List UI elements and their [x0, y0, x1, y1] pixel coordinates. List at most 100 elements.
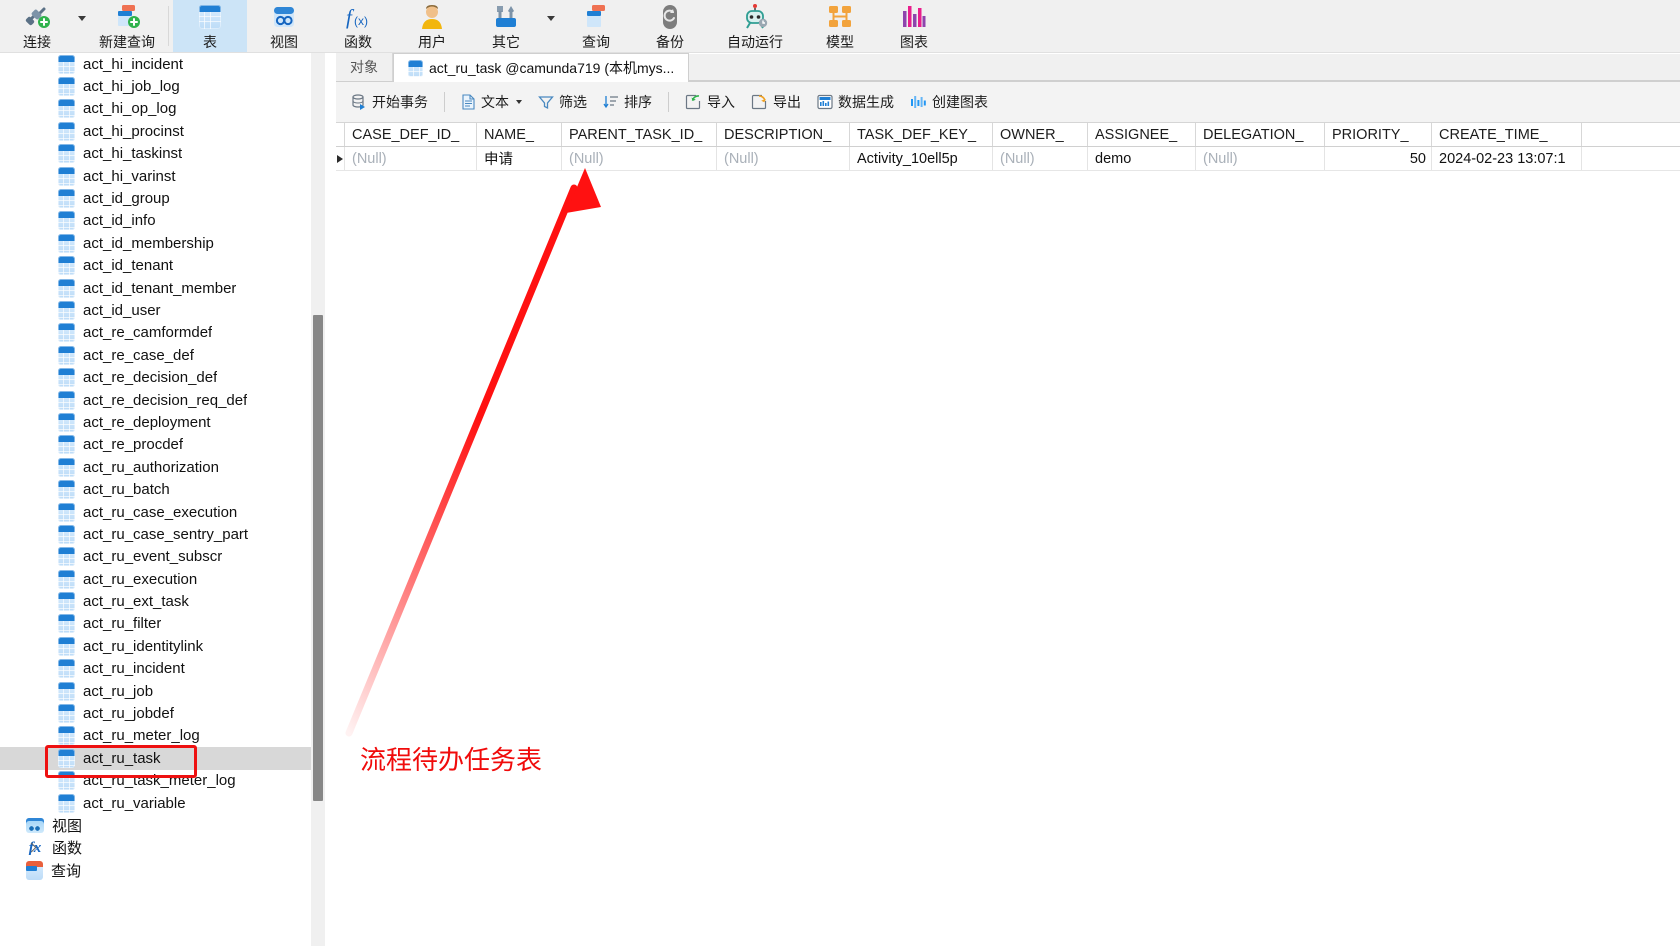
button-label: 创建图表 [932, 94, 988, 110]
table-icon [58, 524, 75, 544]
tree-item-table[interactable]: act_hi_job_log [0, 75, 320, 97]
column-header[interactable]: DELEGATION_ [1196, 123, 1325, 146]
ribbon-button-automation[interactable]: 自动运行 [707, 0, 803, 52]
tree-item-table[interactable]: act_id_user [0, 299, 320, 321]
sort-button[interactable]: 排序 [596, 89, 659, 115]
tree-item-table[interactable]: act_ru_task_meter_log [0, 770, 320, 792]
data-generation-button[interactable]: 数据生成 [810, 89, 901, 115]
table-cell[interactable]: (Null) [562, 147, 717, 170]
table-cell[interactable]: (Null) [1196, 147, 1325, 170]
ribbon-button-other[interactable]: 其它 [469, 0, 543, 52]
import-button[interactable]: 导入 [678, 89, 742, 115]
chevron-down-icon[interactable] [516, 100, 522, 104]
tree-item-table[interactable]: act_id_tenant_member [0, 277, 320, 299]
ribbon-button-user[interactable]: 用户 [395, 0, 469, 52]
ribbon-button-table[interactable]: 表 [173, 0, 247, 52]
tree-item-table[interactable]: act_ru_authorization [0, 456, 320, 478]
tree-item-table[interactable]: act_ru_meter_log [0, 725, 320, 747]
tree-item-table[interactable]: act_ru_incident [0, 658, 320, 680]
column-header[interactable]: PRIORITY_ [1325, 123, 1432, 146]
tree-item-table[interactable]: act_re_decision_req_def [0, 389, 320, 411]
tree-item-table[interactable]: act_ru_batch [0, 478, 320, 500]
tree-item-table[interactable]: act_ru_variable [0, 792, 320, 814]
tree-item-table[interactable]: act_hi_op_log [0, 98, 320, 120]
column-header[interactable]: DESCRIPTION_ [717, 123, 850, 146]
ribbon-button-backup[interactable]: 备份 [633, 0, 707, 52]
table-cell[interactable]: 50 [1325, 147, 1432, 170]
export-button[interactable]: 导出 [744, 89, 808, 115]
begin-transaction-button[interactable]: 开始事务 [344, 89, 435, 115]
table-icon [58, 592, 75, 612]
table-icon [58, 77, 75, 97]
tree-item-table[interactable]: act_id_group [0, 187, 320, 209]
table-cell[interactable]: (Null) [345, 147, 477, 170]
column-header[interactable]: PARENT_TASK_ID_ [562, 123, 717, 146]
table-cell[interactable]: 申请 [477, 147, 562, 170]
table-cell[interactable]: (Null) [717, 147, 850, 170]
tree-item-table[interactable]: act_id_tenant [0, 255, 320, 277]
ribbon-button-query[interactable]: 查询 [559, 0, 633, 52]
view-icon [26, 817, 44, 833]
table-icon [58, 412, 75, 432]
connection-dropdown-arrow[interactable] [74, 0, 90, 52]
column-header[interactable]: OWNER_ [993, 123, 1088, 146]
tree-item-table[interactable]: act_ru_jobdef [0, 702, 320, 724]
tree-item-table[interactable]: act_re_deployment [0, 411, 320, 433]
column-header[interactable]: CREATE_TIME_ [1432, 123, 1582, 146]
ribbon-button-chart[interactable]: 图表 [877, 0, 951, 52]
table-row[interactable]: (Null) 申请 (Null) (Null) Activity_10ell5p (Nul… [336, 147, 1680, 171]
tree-item-label: act_hi_op_log [83, 100, 177, 118]
filter-button[interactable]: 筛选 [531, 89, 594, 115]
table-cell[interactable]: Activity_10ell5p [850, 147, 993, 170]
tree-item-table[interactable]: act_re_decision_def [0, 366, 320, 388]
tree-item-table[interactable]: act_hi_procinst [0, 120, 320, 142]
ribbon-button-model[interactable]: 模型 [803, 0, 877, 52]
table-cell[interactable]: 2024-02-23 13:07:1 [1432, 147, 1582, 170]
tree-item-label: act_hi_taskinst [83, 145, 183, 163]
sidebar-scrollbar[interactable] [311, 53, 325, 946]
ribbon-button-connection[interactable]: 连接 [0, 0, 74, 52]
column-header[interactable]: ASSIGNEE_ [1088, 123, 1196, 146]
tree-item-table[interactable]: act_ru_case_sentry_part [0, 523, 320, 545]
create-chart-icon [910, 94, 927, 110]
tree-item-label: act_ru_task [83, 749, 161, 767]
tree-item-label: act_re_decision_def [83, 369, 218, 387]
tree-node-queries[interactable]: 查询 [0, 859, 320, 881]
ribbon-button-function[interactable]: f (x) 函数 [321, 0, 395, 52]
tree-item-table[interactable]: act_hi_varinst [0, 165, 320, 187]
tab-act-ru-task[interactable]: act_ru_task @camunda719 (本机mys... [393, 53, 690, 82]
tree-item-label: act_re_decision_req_def [83, 391, 248, 409]
tree-node-views[interactable]: 视图 [0, 814, 320, 836]
tree-item-table[interactable]: act_ru_identitylink [0, 635, 320, 657]
create-chart-button[interactable]: 创建图表 [903, 89, 995, 115]
ribbon-button-view[interactable]: 视图 [247, 0, 321, 52]
tree-item-table[interactable]: act_ru_job [0, 680, 320, 702]
table-cell[interactable]: demo [1088, 147, 1196, 170]
tree-item-table[interactable]: act_ru_case_execution [0, 501, 320, 523]
other-dropdown-arrow[interactable] [543, 0, 559, 52]
tree-item-table[interactable]: act_re_procdef [0, 434, 320, 456]
data-grid[interactable]: CASE_DEF_ID_ NAME_ PARENT_TASK_ID_ DESCRIPT… [336, 123, 1680, 946]
tree-item-table[interactable]: act_id_membership [0, 232, 320, 254]
ribbon-button-new-query[interactable]: 新建查询 [90, 0, 164, 52]
sidebar-scrollbar-thumb[interactable] [313, 315, 323, 801]
column-header[interactable]: NAME_ [477, 123, 562, 146]
table-icon [58, 233, 75, 253]
tree-item-table[interactable]: act_id_info [0, 210, 320, 232]
tree-item-table[interactable]: act_ru_event_subscr [0, 546, 320, 568]
tree-item-table[interactable]: act_ru_ext_task [0, 590, 320, 612]
table-cell[interactable]: (Null) [993, 147, 1088, 170]
object-tree-sidebar[interactable]: act_hi_incident act_hi_job_log act_hi_op_l… [0, 53, 336, 946]
tree-item-table[interactable]: act_re_camformdef [0, 322, 320, 344]
tree-item-table[interactable]: act_re_case_def [0, 344, 320, 366]
text-view-button[interactable]: 文本 [454, 89, 529, 115]
column-header[interactable]: CASE_DEF_ID_ [345, 123, 477, 146]
tree-item-table[interactable]: act_ru_filter [0, 613, 320, 635]
tree-item-table[interactable]: act_ru_execution [0, 568, 320, 590]
tab-objects[interactable]: 对象 [336, 53, 393, 81]
column-header[interactable]: TASK_DEF_KEY_ [850, 123, 993, 146]
tree-item-table[interactable]: act_hi_taskinst [0, 143, 320, 165]
tree-item-table[interactable]: act_ru_task [0, 747, 320, 770]
tree-item-table[interactable]: act_hi_incident [0, 53, 320, 75]
tree-node-functions[interactable]: fx 函数 [0, 837, 320, 859]
